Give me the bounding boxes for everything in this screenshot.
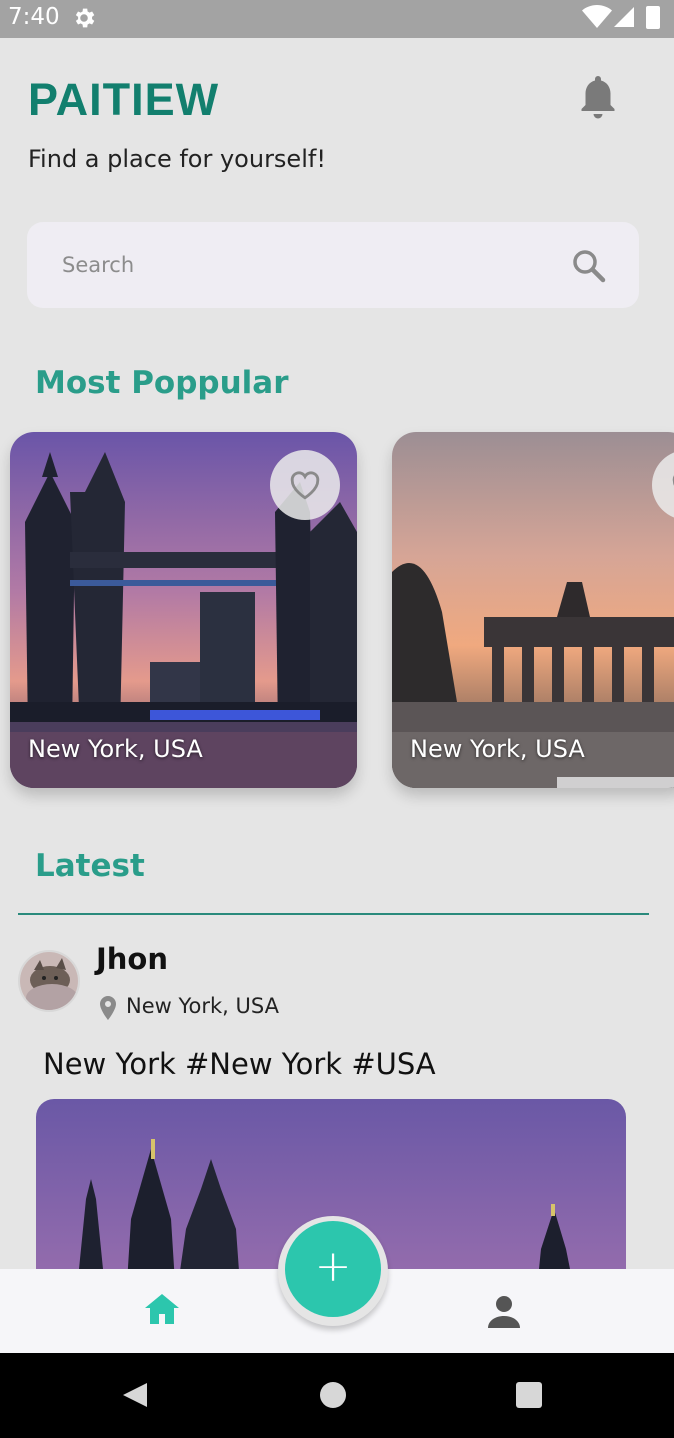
heart-icon [672,475,674,486]
status-bar: 7:40 [0,0,674,38]
section-title-popular: Most Poppular [35,365,289,401]
battery-icon [646,6,660,29]
wifi-icon [582,5,612,28]
recents-icon[interactable] [516,1382,542,1408]
cat-avatar-image [20,952,78,1010]
location-pin-icon [100,996,116,1020]
home-nav-icon[interactable] [320,1382,346,1408]
popular-card[interactable]: New York, USA [392,432,674,788]
card-location: New York, USA [28,735,203,763]
search-input[interactable]: Search [62,253,134,277]
gear-icon [75,8,95,28]
tagline: Find a place for yourself! [28,145,326,173]
favorite-button[interactable] [270,450,340,520]
avatar[interactable] [18,950,80,1012]
popular-card[interactable]: New York, USA [10,432,357,788]
app-brand: PAITIEW [28,74,220,125]
bell-icon[interactable] [578,74,618,120]
heart-icon [290,471,320,500]
status-time: 7:40 [8,4,60,30]
post-author[interactable]: Jhon [96,942,168,976]
search-icon[interactable] [571,248,607,284]
home-icon[interactable] [143,1292,181,1326]
signal-icon [614,7,634,27]
section-divider [18,913,649,915]
section-title-latest: Latest [35,848,145,884]
person-icon[interactable] [486,1294,522,1330]
card-location: New York, USA [410,735,585,763]
post-caption: New York #New York #USA [43,1047,436,1081]
post-location: New York, USA [126,994,279,1018]
add-post-button[interactable]: + [285,1221,381,1317]
back-icon[interactable] [121,1381,149,1409]
plus-icon: + [314,1241,352,1292]
search-bar[interactable]: Search [27,222,639,308]
